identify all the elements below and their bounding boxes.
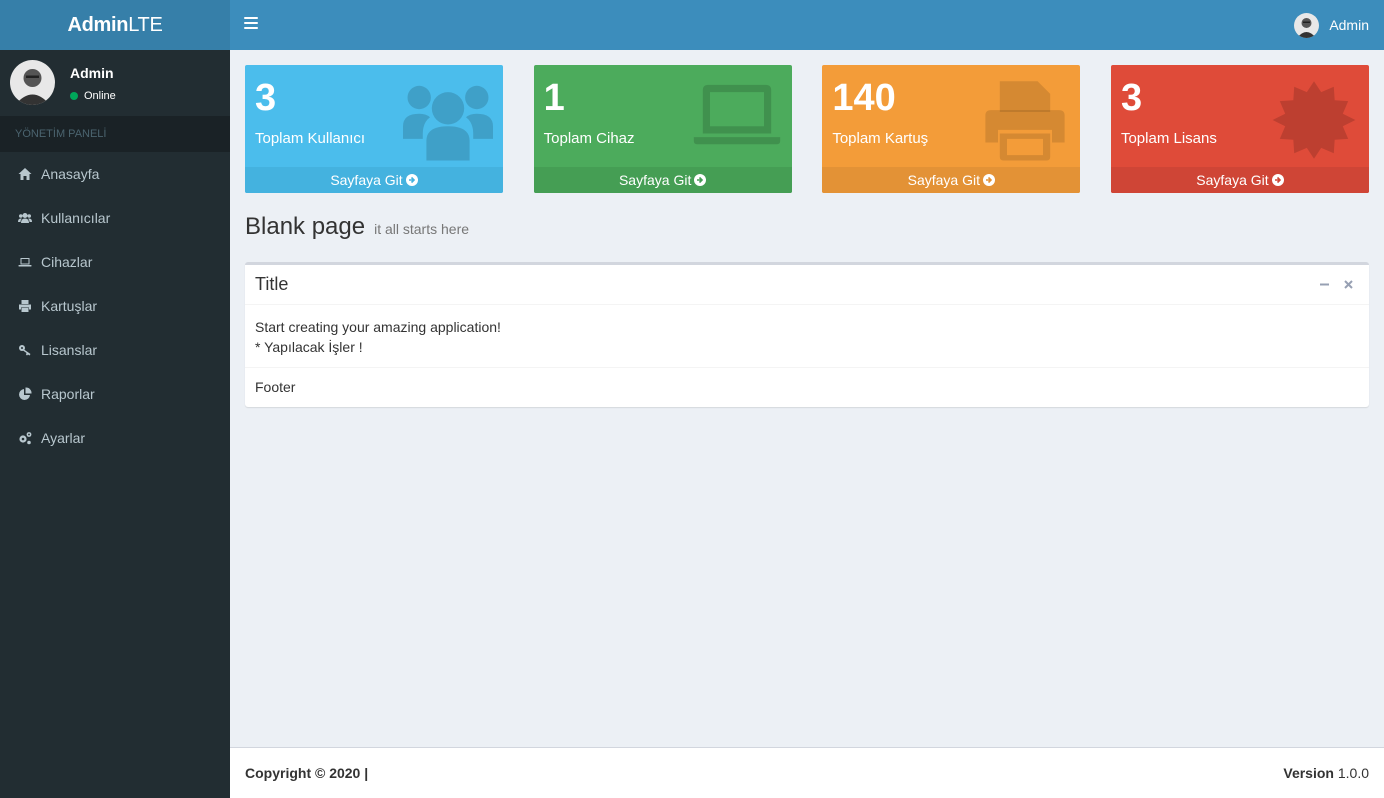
version-label: Version	[1283, 765, 1334, 781]
app-logo[interactable]: AdminLTE	[0, 0, 230, 50]
version-value: 1.0.0	[1337, 765, 1369, 781]
logo-bold-text: Admin	[67, 14, 129, 36]
cogs-icon	[18, 431, 32, 445]
goto-cartridges-link[interactable]: Sayfaya Git	[822, 167, 1081, 193]
users-icon	[18, 211, 32, 225]
navbar-user-menu[interactable]: Admin	[1294, 0, 1369, 50]
laptop-icon	[693, 84, 780, 145]
main-content: 3 Toplam Kullanıcı Sayfaya Git 1 Toplam …	[245, 65, 1369, 407]
page-title: Blank page	[245, 213, 366, 240]
goto-link-text: Sayfaya Git	[618, 172, 692, 188]
remove-button[interactable]	[1341, 277, 1355, 291]
box-todo-text: * Yapılacak İşler !	[255, 339, 363, 355]
box-body: Start creating your amazing application!…	[245, 305, 1369, 368]
sidebar-item-raporlar[interactable]: Raporlar	[0, 372, 230, 416]
sidebar-item-label: Raporlar	[41, 386, 95, 402]
goto-link-text: Sayfaya Git	[907, 172, 980, 188]
navbar-avatar	[1294, 12, 1320, 38]
main-footer: Copyright © 2020 | Version 1.0.0	[230, 747, 1384, 798]
stat-box-cartridges: 140 Toplam Kartuş Sayfaya Git	[822, 65, 1081, 193]
logo-light-text: LTE	[128, 14, 163, 36]
top-navbar: Admin	[230, 0, 1384, 50]
users-icon	[403, 85, 493, 161]
key-icon	[18, 343, 32, 357]
version-info: Version 1.0.0	[1283, 765, 1369, 781]
close-icon	[1343, 279, 1353, 289]
minus-icon	[1319, 283, 1329, 285]
certificate-icon	[1272, 81, 1356, 159]
print-icon	[18, 299, 32, 313]
sidebar-item-label: Ayarlar	[41, 430, 86, 446]
box-body-text: Start creating your amazing application!	[255, 319, 501, 335]
box-footer: Footer	[255, 379, 296, 395]
copyright-text: Copyright © 2020 |	[245, 765, 369, 781]
page-subtitle: it all starts here	[374, 221, 470, 237]
stat-box-devices: 1 Toplam Cihaz Sayfaya Git	[533, 65, 792, 193]
goto-users-link[interactable]: Sayfaya Git	[245, 167, 503, 193]
sidebar-item-label: Kartuşlar	[41, 298, 98, 314]
laptop-icon	[18, 255, 32, 269]
sidebar-item-anasayfa[interactable]: Anasayfa	[0, 152, 230, 196]
pie-chart-icon	[18, 387, 32, 401]
goto-link-text: Sayfaya Git	[1196, 172, 1269, 188]
collapse-button[interactable]	[1317, 277, 1331, 291]
sidebar-item-lisanslar[interactable]: Lisanslar	[0, 328, 230, 372]
navbar-user-name: Admin	[1329, 17, 1369, 33]
user-status-text: Online	[84, 90, 116, 102]
arrow-circle-right-icon	[405, 174, 418, 186]
sidebar-item-label: Kullanıcılar	[41, 210, 111, 226]
content-box: Title Start creating your amazing applic…	[245, 262, 1369, 407]
stat-box-users: 3 Toplam Kullanıcı Sayfaya Git	[245, 65, 503, 193]
sidebar-item-cihazlar[interactable]: Cihazlar	[0, 240, 230, 284]
sidebar-item-label: Anasayfa	[41, 166, 100, 182]
arrow-circle-right-icon	[1271, 174, 1284, 186]
box-tools	[1307, 277, 1355, 291]
home-icon	[18, 167, 32, 181]
user-panel: Admin Online	[0, 50, 230, 116]
arrow-circle-right-icon	[694, 174, 707, 186]
sidebar-item-kullanicilar[interactable]: Kullanıcılar	[0, 196, 230, 240]
sidebar-toggle-button[interactable]	[244, 17, 258, 31]
goto-devices-link[interactable]: Sayfaya Git	[533, 167, 792, 193]
goto-licenses-link[interactable]: Sayfaya Git	[1110, 167, 1369, 193]
sidebar-item-kartuslar[interactable]: Kartuşlar	[0, 284, 230, 328]
user-status: Online	[70, 90, 116, 102]
sidebar-header: YÖNETİM PANELİ	[0, 116, 230, 152]
box-header: Title	[245, 265, 1369, 305]
sidebar-item-label: Lisanslar	[41, 342, 98, 358]
sidebar-item-ayarlar[interactable]: Ayarlar	[0, 416, 230, 460]
goto-link-text: Sayfaya Git	[330, 172, 403, 188]
print-icon	[985, 81, 1065, 161]
sidebar: Admin Online YÖNETİM PANELİ Anasayfa Kul…	[0, 50, 230, 798]
stat-boxes: 3 Toplam Kullanıcı Sayfaya Git 1 Toplam …	[245, 65, 1369, 193]
box-title: Title	[255, 274, 289, 294]
stat-box-licenses: 3 Toplam Lisans Sayfaya Git	[1110, 65, 1369, 193]
sidebar-avatar	[10, 60, 55, 105]
page-header: Blank page it all starts here	[245, 213, 1369, 253]
arrow-circle-right-icon	[983, 174, 995, 186]
online-dot-icon	[70, 92, 78, 100]
sidebar-item-label: Cihazlar	[41, 254, 93, 270]
sidebar-user-name: Admin	[70, 65, 114, 81]
